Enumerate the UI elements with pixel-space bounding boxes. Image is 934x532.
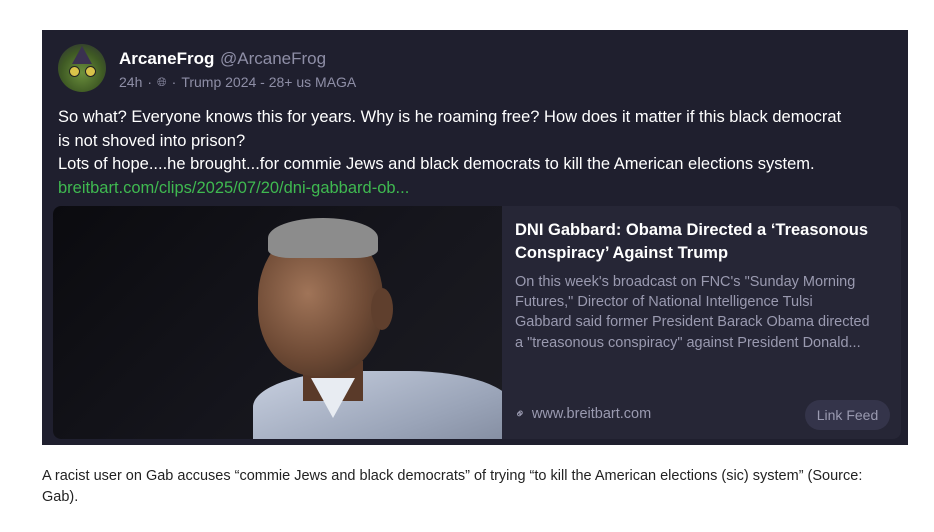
frog-eye-right-icon <box>85 66 96 77</box>
globe-icon: 🌐︎ <box>157 74 167 89</box>
card-desc-line: a "treasonous conspiracy" against Presid… <box>515 334 861 351</box>
frog-eye-left-icon <box>69 66 80 77</box>
gab-post: ArcaneFrog @ArcaneFrog 24h · 🌐︎ · Trump … <box>42 30 908 445</box>
card-desc-line: Gabbard said former President Barack Oba… <box>515 314 870 331</box>
author-bio: Trump 2024 - 28+ us MAGA <box>181 74 357 90</box>
card-domain-text: www.breitbart.com <box>531 406 652 422</box>
card-title-line: Conspiracy’ Against Trump <box>515 244 729 262</box>
author-name[interactable]: ArcaneFrog <box>119 49 214 69</box>
post-text-line: is not shoved into prison? <box>58 131 246 150</box>
wizard-hat-icon <box>72 46 92 64</box>
post-link[interactable]: breitbart.com/clips/2025/07/20/dni-gabba… <box>58 177 898 201</box>
card-domain[interactable]: ⚭ www.breitbart.com <box>511 404 652 422</box>
card-desc-line: On this week's broadcast on FNC's "Sunda… <box>515 274 856 290</box>
caption-line: A racist user on Gab accuses “commie Jew… <box>42 468 863 484</box>
post-time[interactable]: 24h <box>119 74 142 90</box>
post-text-line: Lots of hope....he brought...for commie … <box>58 155 815 173</box>
avatar[interactable] <box>58 44 106 92</box>
photo-hair <box>268 218 378 258</box>
post-text-line: So what? Everyone knows this for years. … <box>58 108 842 126</box>
caption-line: Gab). <box>42 489 79 505</box>
link-icon: ⚭ <box>510 404 530 423</box>
link-feed-button[interactable]: Link Feed <box>805 400 890 430</box>
post-body: So what? Everyone knows this for years. … <box>58 106 898 200</box>
link-preview-card[interactable]: DNI Gabbard: Obama Directed a ‘Treasonou… <box>53 206 901 439</box>
card-title-line: DNI Gabbard: Obama Directed a ‘Treasonou… <box>515 221 869 239</box>
photo-shirt <box>253 371 502 439</box>
meta-separator: · <box>147 74 153 90</box>
photo-collar <box>311 378 355 418</box>
photo-ear <box>371 288 393 330</box>
card-desc-line: Futures," Director of National Intellige… <box>515 294 813 311</box>
post-meta: 24h · 🌐︎ · Trump 2024 - 28+ us MAGA <box>119 74 356 90</box>
figure-caption: A racist user on Gab accuses “commie Jew… <box>42 466 908 508</box>
card-description: On this week's broadcast on FNC's "Sunda… <box>515 272 893 353</box>
card-image[interactable] <box>53 206 502 439</box>
card-title[interactable]: DNI Gabbard: Obama Directed a ‘Treasonou… <box>515 219 893 265</box>
author-handle[interactable]: @ArcaneFrog <box>220 49 326 69</box>
meta-separator: · <box>171 74 177 90</box>
